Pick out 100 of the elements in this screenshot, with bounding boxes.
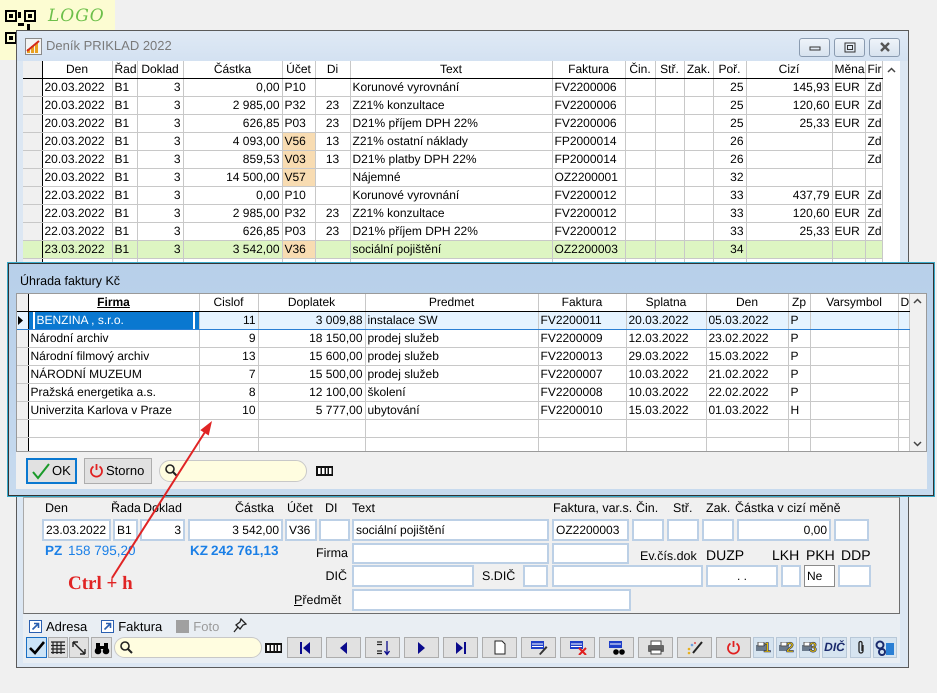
table-row[interactable]: 22.03.2022 B1 3 0,00 P10 Korunové vyrovnání FV2200012 33 437,79 EUR Zd — [23, 186, 882, 204]
column-header[interactable]: Fir — [865, 61, 882, 78]
minimize-button[interactable] — [799, 38, 830, 57]
wizard-button[interactable] — [677, 637, 712, 658]
column-header[interactable]: Zp — [788, 294, 810, 311]
input-field[interactable]: . . — [706, 565, 778, 587]
table-row[interactable]: 23.03.2022 B1 3 3 542,00 V36 sociální pojištění OZ2200003 34 — [23, 240, 882, 258]
input-field[interactable] — [834, 519, 869, 541]
column-header[interactable]: Účet — [282, 61, 315, 78]
column-header[interactable]: Text — [350, 61, 552, 78]
input-field[interactable] — [352, 589, 631, 611]
column-header[interactable]: Varsymbol — [810, 294, 898, 311]
find-button[interactable] — [91, 637, 112, 658]
column-header[interactable]: Částka — [183, 61, 282, 78]
table-row[interactable]: 20.03.2022 B1 3 2 985,00 P32 23 Z21% konzultace FV2200006 25 120,60 EUR Zd — [23, 96, 882, 114]
table-row[interactable]: Pražská energetika a.s. 8 12 100,00 školení FV2200008 10.03.2022 22.02.2022 P — [17, 383, 909, 401]
dic-button[interactable]: DIČ — [822, 637, 847, 658]
table-row[interactable]: 22.03.2022 B1 3 2 985,00 P32 23 Z21% konzultace FV2200012 33 120,60 EUR Zd — [23, 204, 882, 222]
table-cell: 26 — [713, 132, 746, 150]
scroll-up-icon[interactable] — [913, 298, 922, 304]
input-field[interactable] — [667, 519, 699, 541]
input-field[interactable]: V36 — [285, 519, 317, 541]
sort-button[interactable] — [365, 637, 400, 658]
input-field[interactable]: 3 542,00 — [188, 519, 283, 541]
maximize-button[interactable] — [834, 38, 865, 57]
link-button[interactable]: Faktura — [101, 618, 162, 635]
table-row[interactable]: 20.03.2022 B1 3 14 500,00 V57 Nájemné OZ2200001 32 — [23, 168, 882, 186]
scroll-up-icon[interactable] — [886, 67, 896, 73]
table-cell: B1 — [112, 114, 137, 132]
pin-icon[interactable] — [233, 618, 248, 633]
input-field[interactable] — [702, 519, 734, 541]
column-header[interactable]: Splatna — [626, 294, 706, 311]
input-field[interactable]: OZ2200003 — [552, 519, 629, 541]
input-field[interactable]: 3 — [140, 519, 185, 541]
column-header[interactable]: Den — [42, 61, 112, 78]
scrollbar[interactable] — [910, 294, 926, 451]
counter-icon — [265, 642, 282, 652]
table-cell: Zd — [865, 78, 882, 96]
next-button[interactable] — [404, 637, 439, 658]
column-header[interactable]: Faktura — [552, 61, 625, 78]
cancel-button[interactable]: Storno — [84, 458, 152, 484]
input-field[interactable] — [781, 565, 801, 587]
column-header[interactable]: Zak. — [684, 61, 713, 78]
view-toggle-button[interactable] — [26, 637, 47, 658]
input-field[interactable] — [352, 543, 549, 564]
input-field[interactable]: B1 — [113, 519, 138, 541]
column-header[interactable]: Faktura — [538, 294, 626, 311]
last-button[interactable] — [443, 637, 478, 658]
first-button[interactable] — [287, 637, 322, 658]
power-button[interactable] — [716, 637, 751, 658]
close-button[interactable] — [869, 38, 900, 57]
table-row[interactable]: 20.03.2022 B1 3 4 093,00 V56 13 Z21% ostatní náklady FP2000014 26 Zd — [23, 132, 882, 150]
input-field[interactable]: 23.03.2022 — [42, 519, 111, 541]
column-header[interactable]: Firma — [28, 294, 199, 311]
resize-button[interactable] — [69, 637, 89, 658]
input-field[interactable] — [632, 519, 664, 541]
input-field[interactable] — [352, 565, 474, 587]
grid-view-button[interactable] — [48, 637, 68, 658]
edit-record-icon — [530, 640, 548, 655]
input-field[interactable]: Ne — [804, 565, 835, 587]
ok-button[interactable]: OK — [26, 458, 77, 484]
attach-button[interactable] — [850, 637, 871, 658]
input-field[interactable] — [523, 565, 548, 587]
column-header[interactable]: Cislof — [199, 294, 258, 311]
input-field[interactable] — [319, 519, 350, 541]
input-field[interactable] — [552, 565, 703, 587]
column-header[interactable]: Predmet — [365, 294, 538, 311]
previous-button[interactable] — [326, 637, 361, 658]
column-header[interactable]: Doklad — [137, 61, 183, 78]
table-row[interactable]: 20.03.2022 B1 3 626,85 P03 23 D21% příjem DPH 22% FV2200006 25 25,33 EUR Zd — [23, 114, 882, 132]
table-row[interactable]: Univerzita Karlova v Praze 10 5 777,00 ubytování FV2200010 15.03.2022 01.03.2022 H — [17, 401, 909, 419]
settings-button[interactable] — [873, 637, 897, 658]
edit-button[interactable] — [521, 637, 556, 658]
search-field[interactable] — [114, 637, 262, 658]
table-row[interactable]: 20.03.2022 B1 3 859,53 V03 13 D21% platby DPH 22% FP2000014 26 Zd — [23, 150, 882, 168]
table-row[interactable]: NÁRODNÍ MUZEUM 7 15 500,00 prodej služeb FV2200007 10.03.2022 21.02.2022 P — [17, 365, 909, 383]
new-button[interactable] — [482, 637, 517, 658]
table-row[interactable]: 20.03.2022 B1 3 0,00 P10 Korunové vyrovnání FV2200006 25 145,93 EUR Zd — [23, 78, 882, 96]
input-field[interactable] — [838, 565, 871, 587]
column-header[interactable]: Poř. — [713, 61, 746, 78]
input-field[interactable]: sociální pojištění — [352, 519, 549, 541]
search-record-button[interactable] — [599, 637, 634, 658]
link-button[interactable]: Adresa — [29, 618, 88, 635]
column-header[interactable]: Di — [315, 61, 350, 78]
input-field[interactable]: 0,00 — [737, 519, 831, 541]
scroll-down-icon[interactable] — [913, 441, 922, 447]
table-row[interactable]: Národní filmový archiv 13 15 600,00 prodej služeb FV2200013 29.03.2022 15.03.2022 P — [17, 347, 909, 365]
column-header[interactable]: Cizí — [746, 61, 832, 78]
table-row[interactable]: Národní archiv 9 18 150,00 prodej služeb FV2200009 12.03.2022 23.02.2022 P — [17, 329, 909, 347]
print-button[interactable] — [638, 637, 673, 658]
input-field[interactable] — [552, 543, 629, 564]
column-header[interactable]: Den — [706, 294, 788, 311]
column-header[interactable]: Řad — [112, 61, 137, 78]
column-header[interactable]: Doplatek — [258, 294, 365, 311]
search-field[interactable] — [159, 460, 307, 482]
column-header[interactable]: Čin. — [625, 61, 655, 78]
column-header[interactable]: Stř. — [655, 61, 684, 78]
table-row[interactable]: 22.03.2022 B1 3 626,85 P03 23 D21% příjem DPH 22% FV2200012 33 25,33 EUR Zd — [23, 222, 882, 240]
delete-button[interactable] — [560, 637, 595, 658]
table-row[interactable]: BENZINA , s.r.o. 11 3 009,88 instalace SW FV2200011 20.03.2022 05.03.2022 P — [17, 311, 909, 329]
